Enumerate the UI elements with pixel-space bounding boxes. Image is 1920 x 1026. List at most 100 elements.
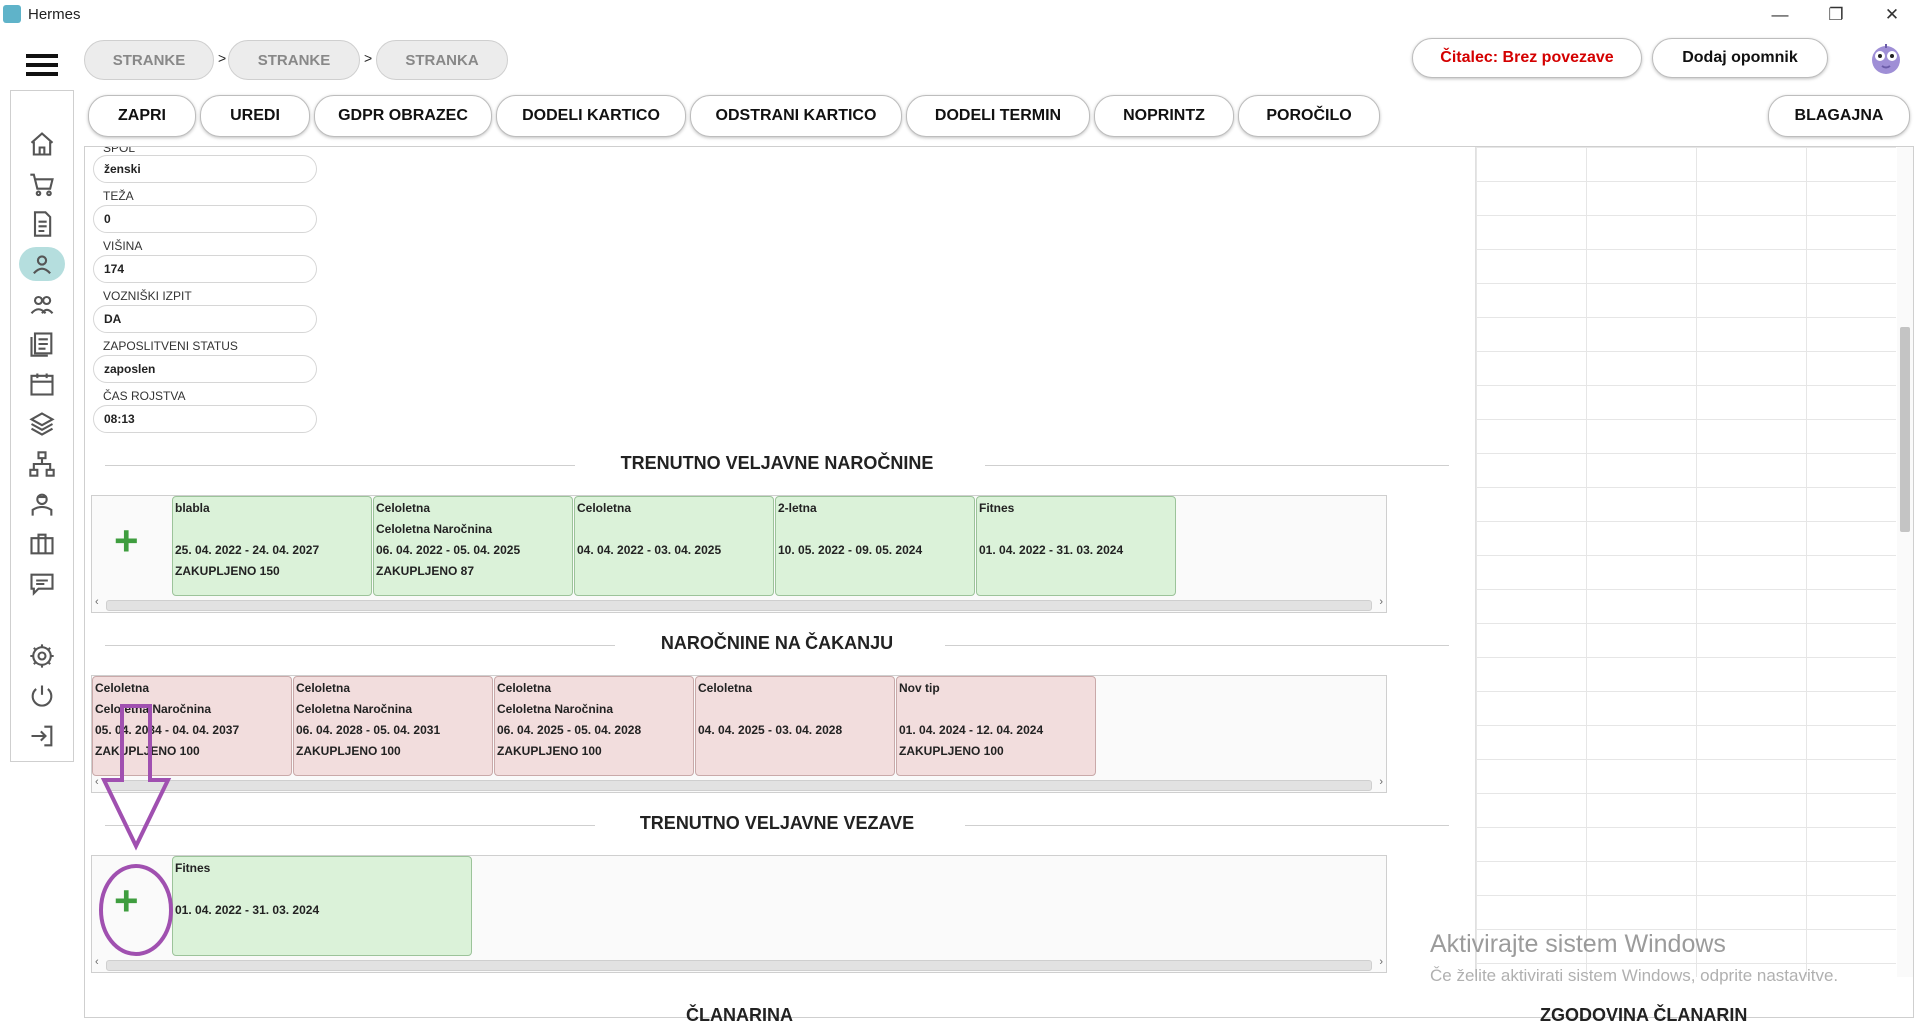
scroll-left-icon[interactable]: ‹ xyxy=(95,596,99,608)
card-dates: 04. 04. 2025 - 03. 04. 2028 xyxy=(698,723,843,737)
subscription-card[interactable]: Celoletna 04. 04. 2022 - 03. 04. 2025 xyxy=(574,496,774,596)
avatar[interactable] xyxy=(1866,38,1906,78)
breadcrumb-separator: > xyxy=(364,50,373,66)
card-purchased: ZAKUPLJENO 100 xyxy=(296,744,401,758)
maximize-button[interactable]: ❐ xyxy=(1808,0,1864,30)
horizontal-scrollbar[interactable]: ‹ › xyxy=(92,776,1386,792)
list-icon[interactable] xyxy=(19,327,65,361)
pending-subscriptions-panel: Celoletna Celoletna Naročnina 05. 04. 20… xyxy=(91,675,1387,793)
employment-status-field[interactable]: zaposlen xyxy=(93,355,317,383)
card-subtitle: Celoletna Naročnina xyxy=(296,702,413,716)
height-field[interactable]: 174 xyxy=(93,255,317,283)
cash-register-button[interactable]: BLAGAJNA xyxy=(1768,95,1910,137)
card-title: Celoletna xyxy=(376,501,431,515)
card-title: Celoletna xyxy=(698,681,753,695)
breadcrumb-item[interactable]: STRANKE xyxy=(84,40,214,80)
gear-icon[interactable] xyxy=(19,639,65,673)
menu-icon[interactable] xyxy=(26,54,58,76)
horizontal-scrollbar[interactable]: ‹ › xyxy=(92,596,1386,612)
card-purchased: ZAKUPLJENO 100 xyxy=(497,744,602,758)
document-icon[interactable] xyxy=(19,207,65,241)
trainer-icon[interactable] xyxy=(19,487,65,521)
card-dates: 25. 04. 2022 - 24. 04. 2027 xyxy=(175,543,320,557)
noprintz-button[interactable]: NOPRINTZ xyxy=(1094,95,1234,137)
breadcrumb-item[interactable]: STRANKA xyxy=(376,40,508,80)
subscription-card[interactable]: Nov tip 01. 04. 2024 - 12. 04. 2024 ZAKU… xyxy=(896,676,1096,776)
card-dates: 04. 04. 2022 - 03. 04. 2025 xyxy=(577,543,722,557)
card-dates: 06. 04. 2022 - 05. 04. 2025 xyxy=(376,543,521,557)
app-icon xyxy=(3,5,21,23)
subscription-card[interactable]: 2-letna 10. 05. 2022 - 09. 05. 2024 xyxy=(775,496,975,596)
card-subtitle: Celoletna Naročnina xyxy=(497,702,614,716)
section-title: TRENUTNO VELJAVNE NAROČNINE xyxy=(620,453,934,473)
field-label: VIŠINA xyxy=(103,239,143,253)
close-button[interactable]: ✕ xyxy=(1864,0,1920,30)
breadcrumb-item[interactable]: STRANKE xyxy=(228,40,360,80)
activation-watermark-hint: Če želite aktivirati sistem Windows, odp… xyxy=(1430,966,1839,985)
gdpr-form-button[interactable]: GDPR OBRAZEC xyxy=(314,95,492,137)
birth-time-field[interactable]: 08:13 xyxy=(93,405,317,433)
card-title: blabla xyxy=(175,501,210,515)
cart-icon[interactable] xyxy=(19,167,65,201)
card-title: Nov tip xyxy=(899,681,940,695)
calendar-icon[interactable] xyxy=(19,367,65,401)
subscription-card[interactable]: Celoletna Celoletna Naročnina 06. 04. 20… xyxy=(373,496,573,596)
annotation-arrow-icon xyxy=(99,704,173,956)
add-reminder-button[interactable]: Dodaj opomnik xyxy=(1652,38,1828,78)
weight-field[interactable]: 0 xyxy=(93,205,317,233)
section-title: TRENUTNO VELJAVNE VEZAVE xyxy=(639,813,915,833)
assign-card-button[interactable]: DODELI KARTICO xyxy=(496,95,686,137)
field-label: TEŽA xyxy=(103,189,134,203)
binding-card[interactable]: Fitnes 01. 04. 2022 - 31. 03. 2024 xyxy=(172,856,472,956)
driving-license-field[interactable]: DA xyxy=(93,305,317,333)
scrollbar-thumb[interactable] xyxy=(106,960,1372,971)
edit-button[interactable]: UREDI xyxy=(200,95,310,137)
horizontal-scrollbar[interactable]: ‹ › xyxy=(92,956,1386,972)
title-bar: Hermes — ❐ ✕ xyxy=(0,0,1920,30)
people-icon[interactable] xyxy=(19,287,65,321)
scroll-right-icon[interactable]: › xyxy=(1379,956,1383,968)
card-dates: 06. 04. 2028 - 05. 04. 2031 xyxy=(296,723,441,737)
gender-field[interactable]: ženski xyxy=(93,155,317,183)
plus-icon[interactable]: + xyxy=(114,520,139,562)
person-icon[interactable] xyxy=(19,247,65,281)
sidebar xyxy=(10,90,74,762)
reader-status-button[interactable]: Čitalec: Brez povezave xyxy=(1412,38,1642,78)
briefcase-icon[interactable] xyxy=(19,527,65,561)
home-icon[interactable] xyxy=(19,127,65,161)
card-dates: 01. 04. 2024 - 12. 04. 2024 xyxy=(899,723,1044,737)
assign-term-button[interactable]: DODELI TERMIN xyxy=(906,95,1090,137)
layers-icon[interactable] xyxy=(19,407,65,441)
minimize-button[interactable]: — xyxy=(1752,0,1808,30)
report-button[interactable]: POROČILO xyxy=(1238,95,1380,137)
section-title: NAROČNINE NA ČAKANJU xyxy=(660,633,894,653)
scrollbar-thumb[interactable] xyxy=(1900,327,1910,532)
card-title: 2-letna xyxy=(778,501,817,515)
subscription-card[interactable]: Celoletna Celoletna Naročnina 06. 04. 20… xyxy=(293,676,493,776)
network-icon[interactable] xyxy=(19,447,65,481)
subscription-card[interactable]: Celoletna 04. 04. 2025 - 03. 04. 2028 xyxy=(695,676,895,776)
card-purchased: ZAKUPLJENO 150 xyxy=(175,564,280,578)
card-purchased: ZAKUPLJENO 87 xyxy=(376,564,475,578)
card-title: Celoletna xyxy=(497,681,552,695)
scroll-right-icon[interactable]: › xyxy=(1379,596,1383,608)
vertical-scrollbar[interactable] xyxy=(1897,147,1913,977)
subscription-card[interactable]: blabla 25. 04. 2022 - 24. 04. 2027 ZAKUP… xyxy=(172,496,372,596)
chat-icon[interactable] xyxy=(19,567,65,601)
card-subtitle: Celoletna Naročnina xyxy=(376,522,493,536)
card-title: Celoletna xyxy=(296,681,351,695)
field-label: ZAPOSLITVENI STATUS xyxy=(103,339,238,353)
scrollbar-thumb[interactable] xyxy=(106,780,1372,791)
subscription-card[interactable]: Fitnes 01. 04. 2022 - 31. 03. 2024 xyxy=(976,496,1176,596)
scroll-right-icon[interactable]: › xyxy=(1379,776,1383,788)
card-title: Fitnes xyxy=(175,861,211,875)
active-bindings-panel: + Fitnes 01. 04. 2022 - 31. 03. 2024 ‹ › xyxy=(91,855,1387,973)
scrollbar-thumb[interactable] xyxy=(106,600,1372,611)
remove-card-button[interactable]: ODSTRANI KARTICO xyxy=(690,95,902,137)
subscription-card[interactable]: Celoletna Celoletna Naročnina 06. 04. 20… xyxy=(494,676,694,776)
power-icon[interactable] xyxy=(19,679,65,713)
breadcrumb-separator: > xyxy=(218,50,227,66)
close-client-button[interactable]: ZAPRI xyxy=(88,95,196,137)
logout-icon[interactable] xyxy=(19,719,65,753)
field-label: VOZNIŠKI IZPIT xyxy=(103,289,192,303)
